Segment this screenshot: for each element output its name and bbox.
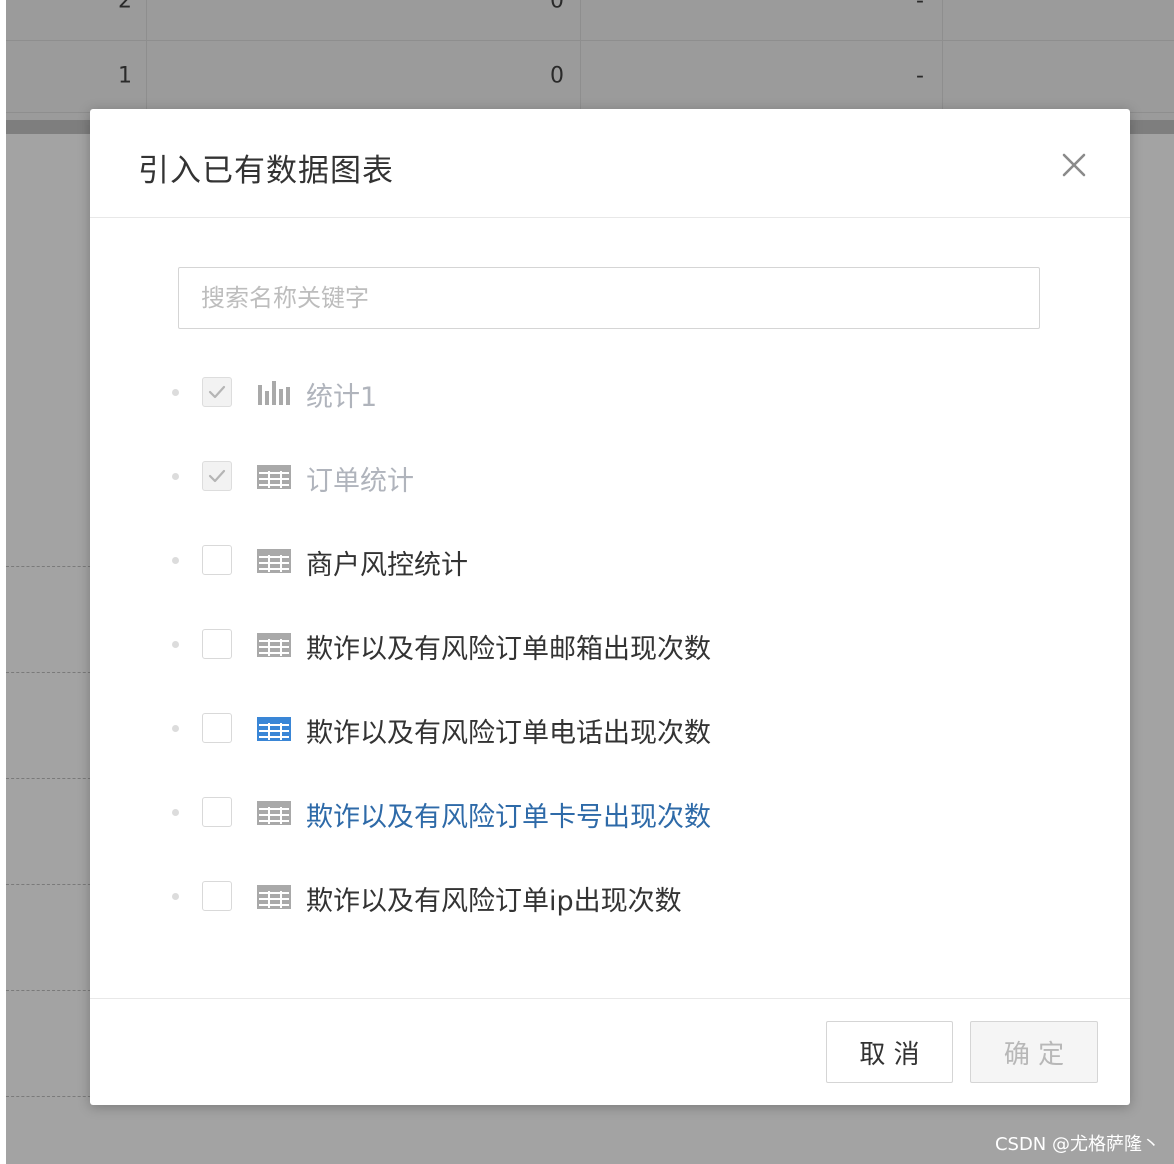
table-icon xyxy=(256,631,292,659)
table-icon xyxy=(256,883,292,911)
table-icon xyxy=(256,547,292,575)
item-checkbox[interactable] xyxy=(202,545,232,575)
item-checkbox[interactable] xyxy=(202,797,232,827)
table-divider xyxy=(580,0,581,112)
table-icon xyxy=(256,715,292,743)
item-label: 商户风控统计 xyxy=(306,550,468,581)
check-icon xyxy=(208,385,226,399)
list-item[interactable]: 欺诈以及有风险订单电话出现次数 xyxy=(170,707,870,751)
list-item[interactable]: 统计1 xyxy=(170,371,870,415)
item-label: 欺诈以及有风险订单邮箱出现次数 xyxy=(306,634,711,665)
list-item[interactable]: 商户风控统计 xyxy=(170,539,870,583)
item-checkbox[interactable] xyxy=(202,881,232,911)
bullet-dot xyxy=(172,893,179,900)
background-table-row: 1 0 - xyxy=(6,40,1174,113)
bullet-dot xyxy=(172,809,179,816)
bullet-dot xyxy=(172,641,179,648)
search-input[interactable] xyxy=(179,268,1039,328)
item-label: 欺诈以及有风险订单电话出现次数 xyxy=(306,718,711,749)
dialog-title: 引入已有数据图表 xyxy=(138,153,394,189)
bullet-dot xyxy=(172,389,179,396)
list-item[interactable]: 欺诈以及有风险订单邮箱出现次数 xyxy=(170,623,870,667)
watermark: CSDN @尤格萨隆丶 xyxy=(994,1134,1160,1155)
dashed-divider xyxy=(6,990,96,991)
cell-count: 0 xyxy=(550,0,564,14)
item-label: 欺诈以及有风险订单ip出现次数 xyxy=(306,886,682,917)
dashed-divider xyxy=(6,566,96,567)
dashed-divider xyxy=(6,1096,96,1097)
item-checkbox[interactable] xyxy=(202,629,232,659)
bullet-dot xyxy=(172,725,179,732)
bullet-dot xyxy=(172,473,179,480)
item-checkbox[interactable] xyxy=(202,713,232,743)
close-button[interactable] xyxy=(1054,145,1094,185)
list-item[interactable]: 订单统计 xyxy=(170,455,870,499)
table-icon xyxy=(256,799,292,827)
dashed-divider xyxy=(6,778,96,779)
item-label: 统计1 xyxy=(306,382,378,413)
dialog-footer: 取 消 确 定 xyxy=(90,998,1130,1106)
dialog-header: 引入已有数据图表 xyxy=(90,109,1130,218)
cell-rank: 2 xyxy=(118,0,132,14)
bullet-dot xyxy=(172,557,179,564)
item-label: 订单统计 xyxy=(306,466,414,497)
list-item[interactable]: 欺诈以及有风险订单ip出现次数 xyxy=(170,875,870,919)
bar-chart-icon xyxy=(256,379,292,407)
cell-count: 0 xyxy=(550,63,564,89)
list-item[interactable]: 欺诈以及有风险订单卡号出现次数 xyxy=(170,791,870,835)
import-chart-dialog: 引入已有数据图表 统计1 订单统计商户风控统计欺诈以及有风险订单邮箱出现次数欺诈以… xyxy=(90,109,1130,1105)
item-checkbox xyxy=(202,461,232,491)
item-checkbox xyxy=(202,377,232,407)
table-icon xyxy=(256,463,292,491)
confirm-button[interactable]: 确 定 xyxy=(970,1021,1098,1083)
background-table-row: 2 0 - xyxy=(6,0,1174,41)
table-divider xyxy=(942,0,943,112)
item-label: 欺诈以及有风险订单卡号出现次数 xyxy=(306,802,711,833)
dashed-divider xyxy=(6,884,96,885)
cell-value: - xyxy=(916,63,924,89)
cell-value: - xyxy=(916,0,924,14)
search-box xyxy=(178,267,1040,329)
check-icon xyxy=(208,469,226,483)
dashed-divider xyxy=(6,672,96,673)
close-icon xyxy=(1062,153,1086,177)
cancel-button[interactable]: 取 消 xyxy=(826,1021,953,1083)
cell-rank: 1 xyxy=(118,63,132,89)
table-divider xyxy=(146,0,147,112)
